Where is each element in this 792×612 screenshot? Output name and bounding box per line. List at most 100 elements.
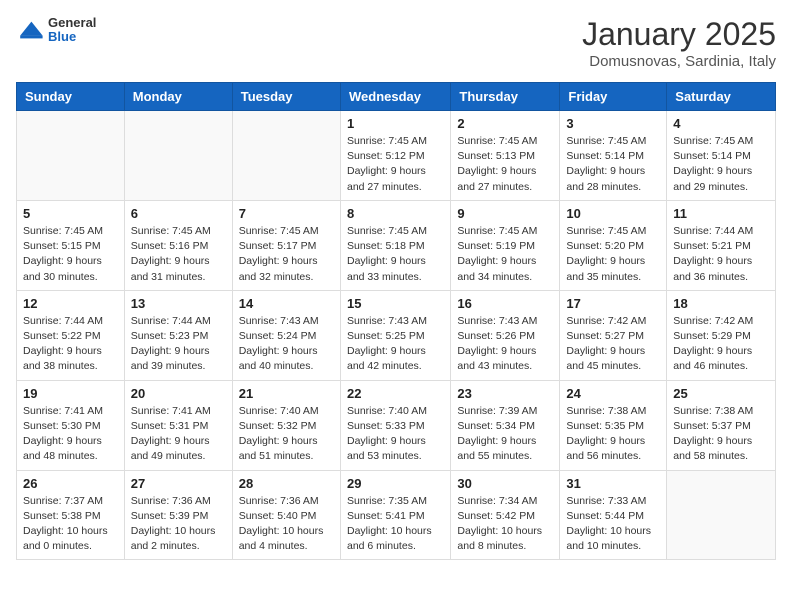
day-info: Sunrise: 7:35 AM Sunset: 5:41 PM Dayligh…: [347, 494, 444, 555]
day-info: Sunrise: 7:45 AM Sunset: 5:20 PM Dayligh…: [566, 224, 660, 285]
day-info: Sunrise: 7:36 AM Sunset: 5:39 PM Dayligh…: [131, 494, 226, 555]
day-cell-9: 9 Sunrise: 7:45 AM Sunset: 5:19 PM Daylig…: [451, 200, 560, 290]
logo-general-text: General: [48, 16, 96, 30]
day-info: Sunrise: 7:45 AM Sunset: 5:13 PM Dayligh…: [457, 134, 553, 195]
day-number: 29: [347, 476, 444, 491]
day-number: 17: [566, 296, 660, 311]
empty-cell: [232, 111, 340, 201]
day-number: 21: [239, 386, 334, 401]
day-number: 7: [239, 206, 334, 221]
col-header-thursday: Thursday: [451, 83, 560, 111]
day-number: 9: [457, 206, 553, 221]
day-info: Sunrise: 7:38 AM Sunset: 5:35 PM Dayligh…: [566, 404, 660, 465]
day-cell-23: 23 Sunrise: 7:39 AM Sunset: 5:34 PM Dayli…: [451, 380, 560, 470]
day-number: 19: [23, 386, 118, 401]
title-block: January 2025 Domusnovas, Sardinia, Italy: [582, 16, 776, 70]
day-number: 11: [673, 206, 769, 221]
day-cell-18: 18Sunrise: 7:42 AM Sunset: 5:29 PM Dayli…: [667, 290, 776, 380]
col-header-tuesday: Tuesday: [232, 83, 340, 111]
day-info: Sunrise: 7:38 AM Sunset: 5:37 PM Dayligh…: [673, 404, 769, 465]
day-info: Sunrise: 7:39 AM Sunset: 5:34 PM Dayligh…: [457, 404, 553, 465]
day-info: Sunrise: 7:45 AM Sunset: 5:14 PM Dayligh…: [566, 134, 660, 195]
day-number: 23: [457, 386, 553, 401]
day-info: Sunrise: 7:45 AM Sunset: 5:18 PM Dayligh…: [347, 224, 444, 285]
day-cell-26: 26 Sunrise: 7:37 AM Sunset: 5:38 PM Dayli…: [17, 470, 125, 560]
calendar-table: SundayMondayTuesdayWednesdayThursdayFrid…: [16, 82, 776, 560]
day-cell-29: 29 Sunrise: 7:35 AM Sunset: 5:41 PM Dayli…: [340, 470, 450, 560]
day-cell-19: 19 Sunrise: 7:41 AM Sunset: 5:30 PM Dayli…: [17, 380, 125, 470]
week-row-5: 26 Sunrise: 7:37 AM Sunset: 5:38 PM Dayli…: [17, 470, 776, 560]
day-cell-17: 17 Sunrise: 7:42 AM Sunset: 5:27 PM Dayli…: [560, 290, 667, 380]
day-number: 26: [23, 476, 118, 491]
day-number: 28: [239, 476, 334, 491]
day-info: Sunrise: 7:45 AM Sunset: 5:16 PM Dayligh…: [131, 224, 226, 285]
day-info: Sunrise: 7:36 AM Sunset: 5:40 PM Dayligh…: [239, 494, 334, 555]
day-number: 14: [239, 296, 334, 311]
empty-cell: [124, 111, 232, 201]
day-number: 5: [23, 206, 118, 221]
week-row-3: 12 Sunrise: 7:44 AM Sunset: 5:22 PM Dayli…: [17, 290, 776, 380]
day-number: 25: [673, 386, 769, 401]
day-number: 6: [131, 206, 226, 221]
day-info: Sunrise: 7:40 AM Sunset: 5:33 PM Dayligh…: [347, 404, 444, 465]
day-cell-14: 14Sunrise: 7:43 AM Sunset: 5:24 PM Dayli…: [232, 290, 340, 380]
day-info: Sunrise: 7:40 AM Sunset: 5:32 PM Dayligh…: [239, 404, 334, 465]
day-cell-2: 2 Sunrise: 7:45 AM Sunset: 5:13 PM Daylig…: [451, 111, 560, 201]
location-text: Domusnovas, Sardinia, Italy: [582, 53, 776, 70]
day-cell-16: 16 Sunrise: 7:43 AM Sunset: 5:26 PM Dayli…: [451, 290, 560, 380]
col-header-monday: Monday: [124, 83, 232, 111]
day-info: Sunrise: 7:42 AM Sunset: 5:27 PM Dayligh…: [566, 314, 660, 375]
col-header-wednesday: Wednesday: [340, 83, 450, 111]
day-info: Sunrise: 7:45 AM Sunset: 5:17 PM Dayligh…: [239, 224, 334, 285]
day-info: Sunrise: 7:45 AM Sunset: 5:14 PM Dayligh…: [673, 134, 769, 195]
day-info: Sunrise: 7:41 AM Sunset: 5:30 PM Dayligh…: [23, 404, 118, 465]
day-number: 16: [457, 296, 553, 311]
day-cell-8: 8 Sunrise: 7:45 AM Sunset: 5:18 PM Daylig…: [340, 200, 450, 290]
day-info: Sunrise: 7:44 AM Sunset: 5:22 PM Dayligh…: [23, 314, 118, 375]
day-cell-28: 28 Sunrise: 7:36 AM Sunset: 5:40 PM Dayli…: [232, 470, 340, 560]
day-info: Sunrise: 7:43 AM Sunset: 5:25 PM Dayligh…: [347, 314, 444, 375]
day-number: 31: [566, 476, 660, 491]
day-info: Sunrise: 7:45 AM Sunset: 5:12 PM Dayligh…: [347, 134, 444, 195]
day-info: Sunrise: 7:41 AM Sunset: 5:31 PM Dayligh…: [131, 404, 226, 465]
day-cell-22: 22Sunrise: 7:40 AM Sunset: 5:33 PM Dayli…: [340, 380, 450, 470]
page-header: General Blue January 2025 Domusnovas, Sa…: [16, 16, 776, 70]
empty-cell: [17, 111, 125, 201]
day-number: 8: [347, 206, 444, 221]
day-cell-13: 13Sunrise: 7:44 AM Sunset: 5:23 PM Dayli…: [124, 290, 232, 380]
day-cell-30: 30Sunrise: 7:34 AM Sunset: 5:42 PM Dayli…: [451, 470, 560, 560]
day-cell-11: 11 Sunrise: 7:44 AM Sunset: 5:21 PM Dayli…: [667, 200, 776, 290]
logo-blue-text: Blue: [48, 30, 96, 44]
day-cell-4: 4 Sunrise: 7:45 AM Sunset: 5:14 PM Daylig…: [667, 111, 776, 201]
day-number: 30: [457, 476, 553, 491]
day-info: Sunrise: 7:37 AM Sunset: 5:38 PM Dayligh…: [23, 494, 118, 555]
col-header-friday: Friday: [560, 83, 667, 111]
day-number: 27: [131, 476, 226, 491]
day-number: 3: [566, 116, 660, 131]
day-cell-25: 25 Sunrise: 7:38 AM Sunset: 5:37 PM Dayli…: [667, 380, 776, 470]
day-cell-6: 6 Sunrise: 7:45 AM Sunset: 5:16 PM Daylig…: [124, 200, 232, 290]
logo-text: General Blue: [48, 16, 96, 45]
day-info: Sunrise: 7:43 AM Sunset: 5:26 PM Dayligh…: [457, 314, 553, 375]
day-cell-12: 12 Sunrise: 7:44 AM Sunset: 5:22 PM Dayli…: [17, 290, 125, 380]
day-cell-21: 21 Sunrise: 7:40 AM Sunset: 5:32 PM Dayli…: [232, 380, 340, 470]
calendar-header-row: SundayMondayTuesdayWednesdayThursdayFrid…: [17, 83, 776, 111]
week-row-4: 19 Sunrise: 7:41 AM Sunset: 5:30 PM Dayli…: [17, 380, 776, 470]
day-number: 4: [673, 116, 769, 131]
week-row-2: 5Sunrise: 7:45 AM Sunset: 5:15 PM Daylig…: [17, 200, 776, 290]
day-number: 24: [566, 386, 660, 401]
day-number: 2: [457, 116, 553, 131]
day-cell-1: 1 Sunrise: 7:45 AM Sunset: 5:12 PM Daylig…: [340, 111, 450, 201]
day-cell-3: 3 Sunrise: 7:45 AM Sunset: 5:14 PM Daylig…: [560, 111, 667, 201]
day-number: 12: [23, 296, 118, 311]
day-number: 1: [347, 116, 444, 131]
day-info: Sunrise: 7:45 AM Sunset: 5:19 PM Dayligh…: [457, 224, 553, 285]
day-number: 10: [566, 206, 660, 221]
month-title: January 2025: [582, 16, 776, 53]
day-cell-27: 27 Sunrise: 7:36 AM Sunset: 5:39 PM Dayli…: [124, 470, 232, 560]
day-cell-5: 5Sunrise: 7:45 AM Sunset: 5:15 PM Daylig…: [17, 200, 125, 290]
logo-icon: [16, 16, 44, 44]
day-info: Sunrise: 7:44 AM Sunset: 5:23 PM Dayligh…: [131, 314, 226, 375]
day-cell-15: 15Sunrise: 7:43 AM Sunset: 5:25 PM Dayli…: [340, 290, 450, 380]
day-info: Sunrise: 7:44 AM Sunset: 5:21 PM Dayligh…: [673, 224, 769, 285]
